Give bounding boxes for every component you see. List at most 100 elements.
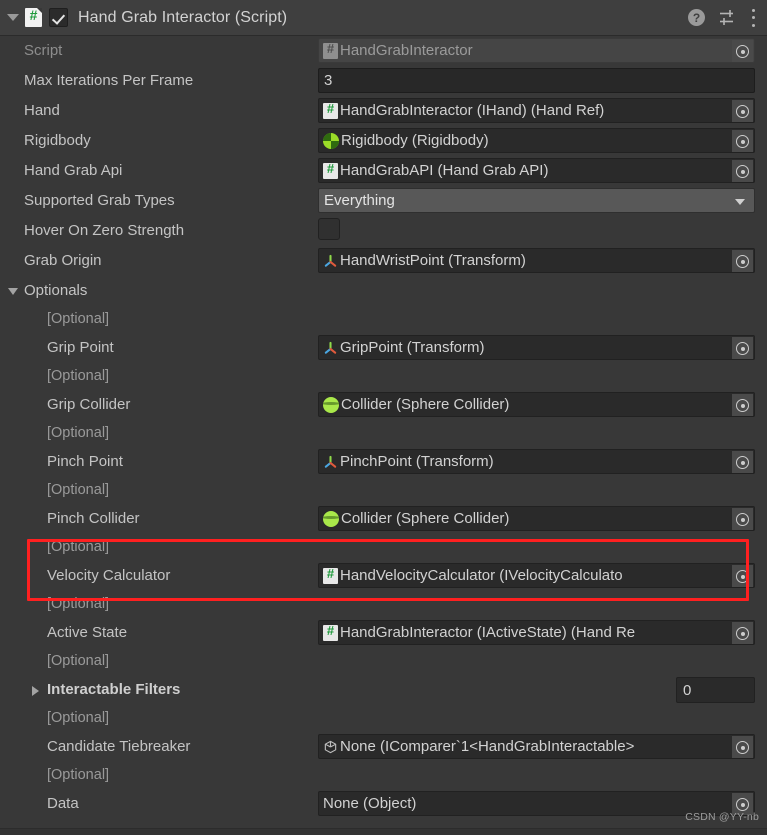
field-row-grab-origin: Grab Origin HandWristPoint (Transform) (0, 246, 767, 276)
grip-collider-object-field[interactable]: Collider (Sphere Collider) (318, 392, 755, 417)
field-row-active-state: Active State HandGrabInteractor (IActive… (0, 618, 767, 648)
hover-on-zero-strength-checkbox[interactable] (318, 218, 340, 240)
field-value: None (IComparer`1<HandGrabInteractable> (340, 738, 635, 755)
script-object-field[interactable]: HandGrabInteractor (318, 38, 755, 63)
field-label: Grip Point (47, 339, 114, 356)
preset-icon[interactable] (719, 9, 737, 26)
field-value: HandVelocityCalculator (IVelocityCalcula… (340, 567, 623, 584)
optionals-section-header[interactable]: Optionals (0, 276, 767, 306)
velocity-calculator-object-field[interactable]: HandVelocityCalculator (IVelocityCalcula… (318, 563, 755, 588)
optional-tag: [Optional] (47, 767, 110, 783)
field-value: HandGrabInteractor (IHand) (Hand Ref) (340, 102, 605, 119)
optional-tag-candidate-tiebreaker: [Optional] (0, 704, 767, 734)
field-row-velocity-calculator: Velocity Calculator HandVelocityCalculat… (0, 561, 767, 591)
transform-icon (323, 454, 338, 470)
rigidbody-icon (323, 132, 339, 149)
optional-tag: [Optional] (47, 482, 110, 498)
field-label: Max Iterations Per Frame (24, 72, 194, 89)
object-picker-icon[interactable] (732, 337, 753, 359)
sphere-collider-icon (323, 510, 339, 527)
optional-tag-pinch-point: [Optional] (0, 419, 767, 449)
prefab-icon (323, 739, 338, 755)
object-picker-icon[interactable] (732, 160, 753, 182)
page-title: Hand Grab Interactor (Script) (78, 8, 288, 26)
optional-tag-data: [Optional] (0, 761, 767, 791)
object-picker-icon[interactable] (732, 508, 753, 530)
optional-tag-pinch-collider: [Optional] (0, 476, 767, 506)
optional-tag-grip-collider: [Optional] (0, 362, 767, 392)
object-picker-icon[interactable] (732, 250, 753, 272)
field-label: Pinch Point (47, 453, 123, 470)
component-enabled-checkbox[interactable] (49, 8, 68, 27)
transform-icon (323, 340, 338, 356)
object-picker-icon[interactable] (732, 622, 753, 644)
field-value: PinchPoint (Transform) (340, 453, 494, 470)
field-value: Collider (Sphere Collider) (341, 510, 510, 527)
field-label: Data (47, 795, 79, 812)
object-picker-icon[interactable] (732, 40, 753, 62)
hand-object-field[interactable]: HandGrabInteractor (IHand) (Hand Ref) (318, 98, 755, 123)
field-label: Grab Origin (24, 252, 102, 269)
optional-tag: [Optional] (47, 653, 110, 669)
optional-tag-active-state: [Optional] (0, 590, 767, 620)
help-icon[interactable]: ? (688, 9, 705, 26)
script-icon (323, 566, 338, 584)
field-row-max-iterations-per-frame: Max Iterations Per Frame 3 (0, 66, 767, 96)
field-row-supported-grab-types: Supported Grab Types Everything (0, 186, 767, 216)
grab-origin-object-field[interactable]: HandWristPoint (Transform) (318, 248, 755, 273)
field-label: Hover On Zero Strength (24, 222, 185, 239)
max-iterations-input[interactable]: 3 (318, 68, 755, 93)
active-state-object-field[interactable]: HandGrabInteractor (IActiveState) (Hand … (318, 620, 755, 645)
script-icon (323, 41, 338, 59)
script-icon (25, 7, 42, 27)
rigidbody-object-field[interactable]: Rigidbody (Rigidbody) (318, 128, 755, 153)
supported-grab-types-dropdown[interactable]: Everything (318, 188, 755, 213)
field-row-hand-grab-api: Hand Grab Api HandGrabAPI (Hand Grab API… (0, 156, 767, 186)
field-label: Active State (47, 624, 128, 641)
field-row-data: Data None (Object) (0, 789, 767, 819)
object-picker-icon[interactable] (732, 394, 753, 416)
optional-tag: [Optional] (47, 596, 110, 612)
field-row-grip-point: Grip Point GripPoint (Transform) (0, 333, 767, 363)
header-actions: ? (688, 8, 767, 27)
chevron-right-icon[interactable] (32, 686, 39, 696)
field-value: GripPoint (Transform) (340, 339, 485, 356)
object-picker-icon[interactable] (732, 451, 753, 473)
field-value: HandGrabInteractor (340, 42, 473, 59)
chevron-down-icon[interactable] (8, 288, 18, 295)
object-picker-icon[interactable] (732, 736, 753, 758)
field-row-interactable-filters[interactable]: Interactable Filters 0 (0, 675, 767, 705)
transform-icon (323, 253, 338, 269)
component-foldout-icon[interactable] (7, 14, 19, 21)
field-label: Hand (24, 102, 60, 119)
field-row-rigidbody: Rigidbody Rigidbody (Rigidbody) (0, 126, 767, 156)
field-row-pinch-collider: Pinch Collider Collider (Sphere Collider… (0, 504, 767, 534)
watermark: CSDN @YY-nb (685, 811, 759, 823)
grip-point-object-field[interactable]: GripPoint (Transform) (318, 335, 755, 360)
component-header[interactable]: Hand Grab Interactor (Script) ? (0, 0, 767, 36)
object-picker-icon[interactable] (732, 100, 753, 122)
field-value: Everything (324, 192, 395, 209)
field-row-hover-on-zero-strength: Hover On Zero Strength (0, 216, 767, 246)
field-value: None (Object) (323, 795, 417, 812)
candidate-tiebreaker-object-field[interactable]: None (IComparer`1<HandGrabInteractable> (318, 734, 755, 759)
script-icon (323, 161, 338, 179)
kebab-menu-icon[interactable] (751, 8, 755, 27)
panel-footer (0, 828, 767, 835)
field-value: 3 (324, 72, 333, 89)
optional-tag: [Optional] (47, 710, 110, 726)
pinch-point-object-field[interactable]: PinchPoint (Transform) (318, 449, 755, 474)
field-value: HandGrabInteractor (IActiveState) (Hand … (340, 624, 636, 641)
object-picker-icon[interactable] (732, 565, 753, 587)
interactable-filters-size-input[interactable]: 0 (676, 677, 755, 703)
field-value: 0 (683, 681, 692, 699)
optional-tag-grip-point: [Optional] (0, 305, 767, 335)
object-picker-icon[interactable] (732, 130, 753, 152)
optional-tag: [Optional] (47, 539, 110, 555)
hand-grab-api-object-field[interactable]: HandGrabAPI (Hand Grab API) (318, 158, 755, 183)
pinch-collider-object-field[interactable]: Collider (Sphere Collider) (318, 506, 755, 531)
field-row-grip-collider: Grip Collider Collider (Sphere Collider) (0, 390, 767, 420)
field-row-hand: Hand HandGrabInteractor (IHand) (Hand Re… (0, 96, 767, 126)
optional-tag-interactable-filters: [Optional] (0, 647, 767, 677)
field-value: Collider (Sphere Collider) (341, 396, 510, 413)
